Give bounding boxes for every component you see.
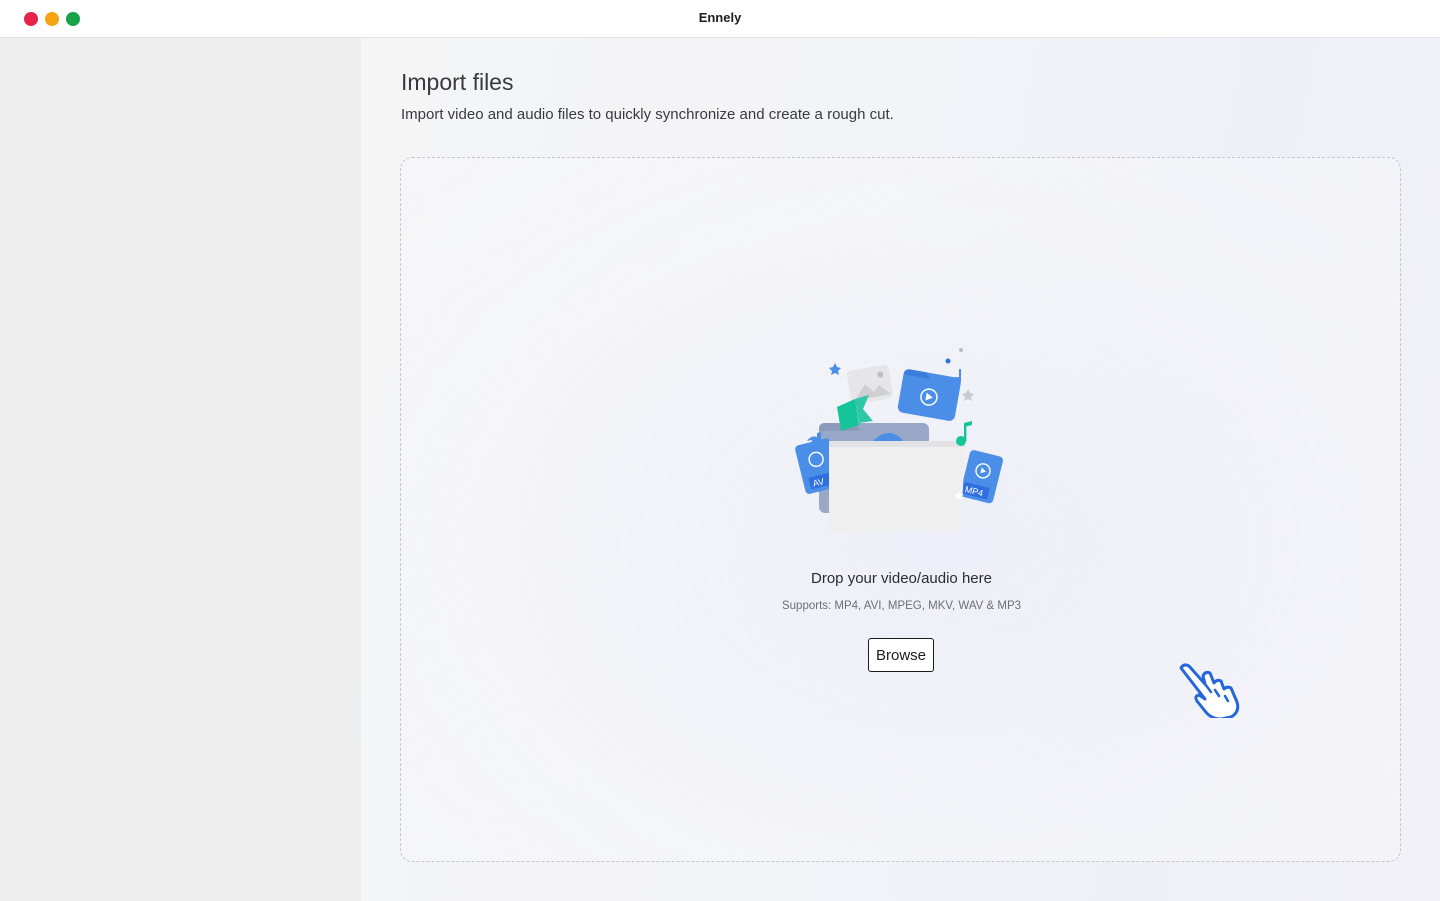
drop-prompt: Drop your video/audio here [811, 570, 992, 587]
app-title: Ennely [698, 10, 742, 25]
folder-with-media-files-icon: AV MP4 [795, 348, 1003, 531]
sidebar [0, 38, 361, 901]
page-title: Import files [401, 69, 514, 95]
hand-pointer-icon [1179, 663, 1240, 718]
main-content: Import files Import video and audio file… [361, 38, 1440, 901]
page-subtitle: Import video and audio files to quickly … [401, 106, 894, 123]
supported-formats: Supports: MP4, AVI, MPEG, MKV, WAV & MP3 [781, 600, 1022, 612]
browse-button[interactable]: Browse [868, 638, 934, 672]
app-window: Ennely Import files Import video and aud… [0, 0, 1440, 901]
title-bar: Ennely [0, 0, 1440, 38]
file-dropzone[interactable]: AV MP4 Drop your video/audio here Suppor… [400, 157, 1401, 862]
